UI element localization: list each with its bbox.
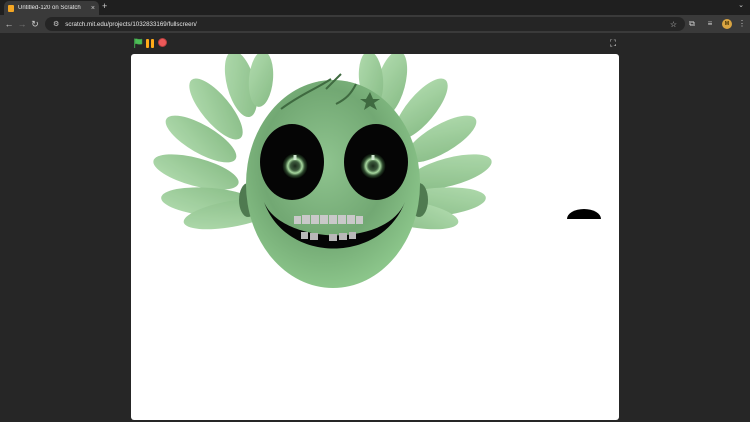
tab-strip: Untitled-120 on Scratch × + ⌄: [0, 0, 750, 15]
green-flag-icon[interactable]: [133, 38, 143, 48]
black-semicircle-sprite[interactable]: [567, 209, 601, 219]
stop-button-icon[interactable]: [158, 38, 167, 47]
tab-title: Untitled-120 on Scratch: [18, 5, 81, 11]
forward-button[interactable]: →: [16, 18, 28, 30]
new-tab-button[interactable]: +: [102, 2, 107, 11]
address-url[interactable]: scratch.mit.edu/projects/1032833169/full…: [65, 21, 670, 28]
pause-button-icon[interactable]: [145, 38, 155, 48]
profile-avatar[interactable]: M: [722, 19, 732, 29]
exit-fullscreen-icon[interactable]: ⛶: [607, 37, 619, 49]
scratch-favicon-icon: [8, 4, 14, 12]
tab-scratch-project[interactable]: Untitled-120 on Scratch ×: [4, 1, 99, 15]
green-monster-sprite[interactable]: [150, 54, 495, 288]
pause-bar-left: [146, 39, 149, 48]
stage-canvas: [150, 54, 601, 288]
browser-menu-icon[interactable]: ⋮: [736, 18, 748, 30]
bookmark-star-icon[interactable]: ☆: [670, 20, 677, 29]
address-bar[interactable]: ⚙ scratch.mit.edu/projects/1032833169/fu…: [45, 17, 685, 31]
scratch-stage[interactable]: [131, 54, 619, 420]
reload-button[interactable]: ↻: [29, 18, 41, 30]
browser-toolbar: ← → ↻ ⚙ scratch.mit.edu/projects/1032833…: [0, 15, 750, 33]
player-controls: ⛶: [131, 37, 621, 50]
right-eye-glint: [371, 155, 375, 160]
back-button[interactable]: ←: [3, 18, 15, 30]
site-info-icon[interactable]: ⚙: [53, 20, 59, 28]
extensions-icon[interactable]: ⧉: [686, 18, 698, 30]
left-eye-glint: [293, 155, 297, 160]
media-controls-icon[interactable]: ≡: [704, 18, 716, 30]
tab-close-icon[interactable]: ×: [91, 5, 95, 12]
tab-search-chevron-icon[interactable]: ⌄: [738, 2, 744, 9]
pause-bar-right: [151, 39, 154, 48]
